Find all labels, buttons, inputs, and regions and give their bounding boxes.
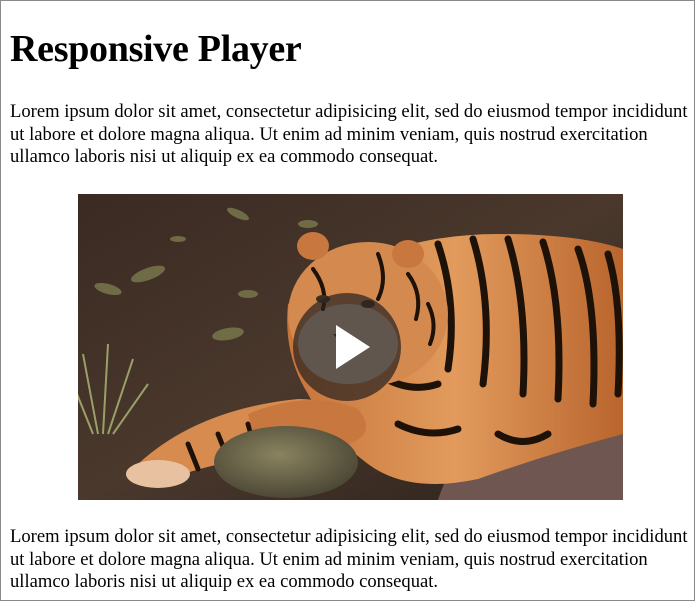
play-button[interactable]	[286, 293, 408, 401]
page-title: Responsive Player	[10, 28, 302, 70]
intro-paragraph: Lorem ipsum dolor sit amet, consectetur …	[10, 101, 688, 167]
play-icon	[293, 293, 401, 401]
page-frame: Responsive Player Lorem ipsum dolor sit …	[0, 0, 695, 601]
body-paragraph: Lorem ipsum dolor sit amet, consectetur …	[10, 526, 688, 592]
